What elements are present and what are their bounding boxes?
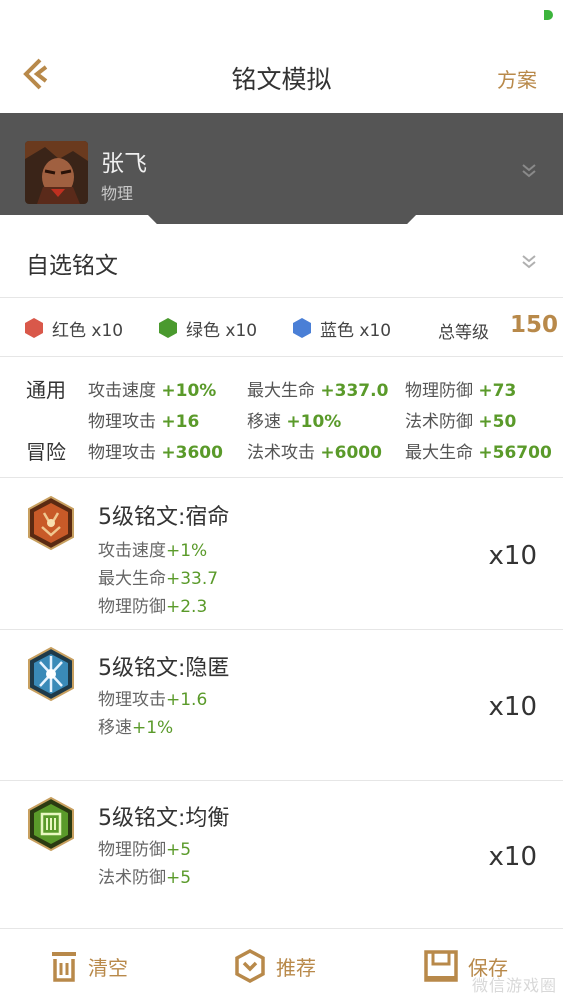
rune-stat: 物理防御+5 — [98, 840, 192, 860]
hero-selector-tab — [146, 213, 418, 224]
watermark: 微信游戏圈 — [471, 976, 557, 995]
blue-count-label: 蓝色 x10 — [320, 320, 392, 341]
attr-adventure-magic-atk: 法术攻击 +6000 — [247, 443, 382, 463]
hero-name: 张飞 — [101, 151, 147, 177]
rune-stat: 物理防御+2.3 — [98, 597, 208, 617]
rune-stat: 法术防御+5 — [98, 868, 192, 888]
blue-rune-icon — [28, 646, 74, 702]
red-rune-count: 红色 x10 — [24, 316, 124, 341]
status-bar — [0, 0, 563, 40]
clear-button[interactable]: 清空 — [50, 947, 128, 985]
attr-general-magic-def: 法术防御 +50 — [405, 412, 517, 432]
attr-general-phys-atk: 物理攻击 +16 — [88, 412, 200, 432]
rune-set-label: 自选铭文 — [26, 253, 118, 279]
recommend-button[interactable]: 推荐 — [234, 947, 316, 985]
attribute-summary: 通用 冒险 攻击速度 +10% 最大生命 +337.0 物理防御 +73 物理攻… — [0, 358, 563, 478]
clear-label: 清空 — [88, 955, 128, 980]
double-chevron-down-icon[interactable] — [520, 163, 538, 179]
rune-card[interactable]: 5级铭文:均衡 物理防御+5 法术防御+5 x10 — [0, 780, 563, 931]
rune-set-selector[interactable]: 自选铭文 — [0, 228, 563, 298]
rune-card[interactable]: 5级铭文:隐匿 物理攻击+1.6 移速+1% x10 — [0, 630, 563, 781]
blue-hexagon-icon — [293, 318, 311, 338]
rune-count: x10 — [488, 842, 537, 872]
green-rune-icon — [28, 796, 74, 852]
attr-general-move-speed: 移速 +10% — [247, 412, 342, 432]
rune-count: x10 — [488, 692, 537, 722]
total-level-value: 150 — [510, 312, 559, 338]
attr-general-phys-def: 物理防御 +73 — [405, 381, 517, 401]
total-level-label: 总等级 — [438, 323, 489, 343]
recommend-hexagon-icon — [235, 949, 265, 983]
hero-type: 物理 — [101, 184, 134, 203]
rune-stat: 最大生命+33.7 — [98, 569, 219, 589]
blue-rune-count: 蓝色 x10 — [292, 316, 392, 341]
rune-name: 5级铭文:隐匿 — [98, 656, 230, 681]
rune-count: x10 — [488, 541, 537, 571]
general-category-label: 通用 — [26, 378, 66, 402]
adventure-category-label: 冒险 — [26, 440, 66, 464]
rune-name: 5级铭文:均衡 — [98, 806, 230, 831]
green-count-label: 绿色 x10 — [186, 320, 258, 341]
rune-color-summary: 红色 x10 绿色 x10 蓝色 x10 总等级 150 — [0, 299, 563, 357]
attr-adventure-phys-atk: 物理攻击 +3600 — [88, 443, 223, 463]
red-hexagon-icon — [25, 318, 43, 338]
app-header: 铭文模拟 方案 — [0, 40, 563, 113]
red-count-label: 红色 x10 — [52, 320, 124, 341]
attr-general-max-hp: 最大生命 +337.0 — [247, 381, 389, 401]
attr-adventure-max-hp: 最大生命 +56700 — [405, 443, 552, 463]
battery-icon — [544, 10, 553, 20]
attr-general-attack-speed: 攻击速度 +10% — [88, 381, 217, 401]
rune-card[interactable]: 5级铭文:宿命 攻击速度+1% 最大生命+33.7 物理防御+2.3 x10 — [0, 479, 563, 630]
double-chevron-down-icon — [522, 255, 536, 269]
trash-icon — [52, 952, 76, 982]
page-title: 铭文模拟 — [231, 65, 332, 94]
save-icon — [424, 950, 458, 982]
rune-stat: 攻击速度+1% — [98, 541, 208, 561]
red-rune-icon — [28, 495, 74, 551]
rune-stat: 移速+1% — [98, 718, 174, 738]
green-hexagon-icon — [159, 318, 177, 338]
recommend-label: 推荐 — [276, 955, 316, 980]
rune-name: 5级铭文:宿命 — [98, 505, 230, 530]
bottom-toolbar: 清空 推荐 保存 微信游戏圈 — [0, 928, 563, 1000]
plan-button[interactable]: 方案 — [497, 64, 537, 93]
hero-avatar — [25, 141, 88, 204]
green-rune-count: 绿色 x10 — [158, 316, 258, 341]
rune-stat: 物理攻击+1.6 — [98, 690, 208, 710]
